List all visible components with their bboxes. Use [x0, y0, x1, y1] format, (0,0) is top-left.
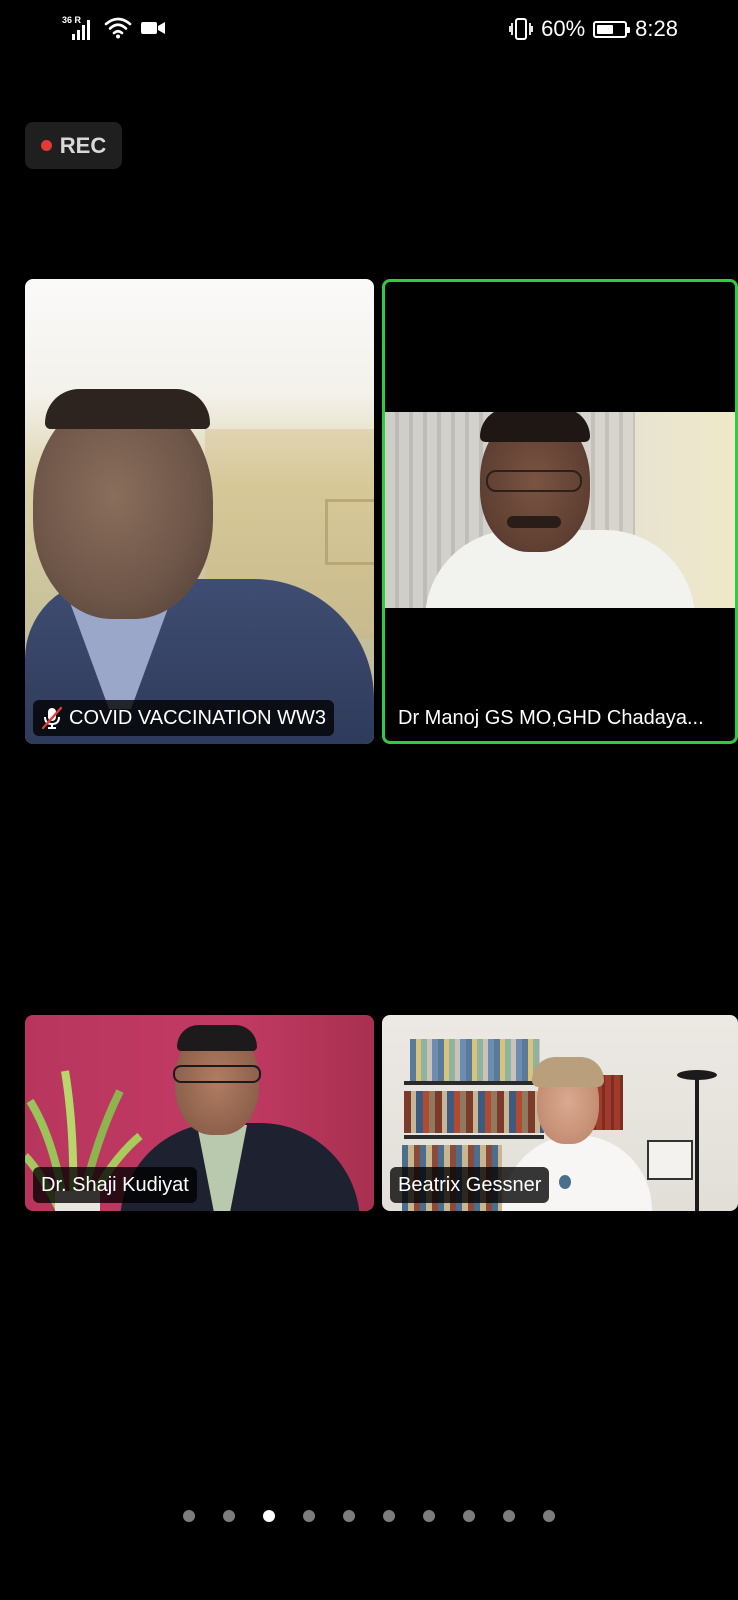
muted-microphone-icon — [41, 706, 63, 730]
page-dot[interactable] — [503, 1510, 515, 1522]
video-feed — [385, 412, 735, 608]
participant-name-label: Beatrix Gessner — [390, 1167, 550, 1203]
recording-label: REC — [59, 132, 107, 158]
clock: 8:28 — [635, 16, 678, 41]
battery-icon — [593, 20, 631, 38]
participant-name: COVID VACCINATION WW3 — [69, 706, 327, 729]
wifi-icon — [104, 17, 132, 39]
page-dot[interactable] — [463, 1510, 475, 1522]
status-bar: 36 R 60% 8:28 — [0, 0, 738, 58]
participant-tile-3[interactable]: Dr. Shaji Kudiyat — [25, 1015, 374, 1211]
vibrate-icon — [509, 18, 534, 40]
participant-name: Beatrix Gessner — [398, 1173, 542, 1196]
participant-name-label: Dr. Shaji Kudiyat — [33, 1167, 197, 1203]
video-feed — [25, 279, 374, 744]
participant-name: Dr Manoj GS MO,GHD Chadaya... — [398, 706, 704, 729]
page-dot[interactable] — [423, 1510, 435, 1522]
page-dot[interactable] — [263, 1510, 275, 1522]
page-dot[interactable] — [543, 1510, 555, 1522]
participant-tile-4[interactable]: Beatrix Gessner — [382, 1015, 738, 1211]
page-dot[interactable] — [383, 1510, 395, 1522]
signal-icon: 36 R — [62, 16, 96, 40]
page-dot[interactable] — [343, 1510, 355, 1522]
status-bar-left: 36 R — [62, 16, 166, 40]
page-dot[interactable] — [303, 1510, 315, 1522]
participant-name-label: Dr Manoj GS MO,GHD Chadaya... — [390, 700, 712, 736]
status-bar-right: 60% 8:28 — [509, 16, 678, 42]
participant-tile-2[interactable]: Dr Manoj GS MO,GHD Chadaya... — [382, 279, 738, 744]
video-camera-icon — [141, 22, 165, 34]
battery-percent: 60% — [541, 16, 586, 41]
recording-dot-icon — [40, 140, 52, 151]
page-indicator[interactable] — [0, 1510, 738, 1524]
page-dot[interactable] — [183, 1510, 195, 1522]
participant-name-label: COVID VACCINATION WW3 — [33, 700, 335, 736]
participant-tile-1[interactable]: COVID VACCINATION WW3 — [25, 279, 374, 744]
recording-indicator[interactable]: REC — [25, 122, 122, 169]
page-dot[interactable] — [223, 1510, 235, 1522]
participant-name: Dr. Shaji Kudiyat — [41, 1173, 189, 1196]
